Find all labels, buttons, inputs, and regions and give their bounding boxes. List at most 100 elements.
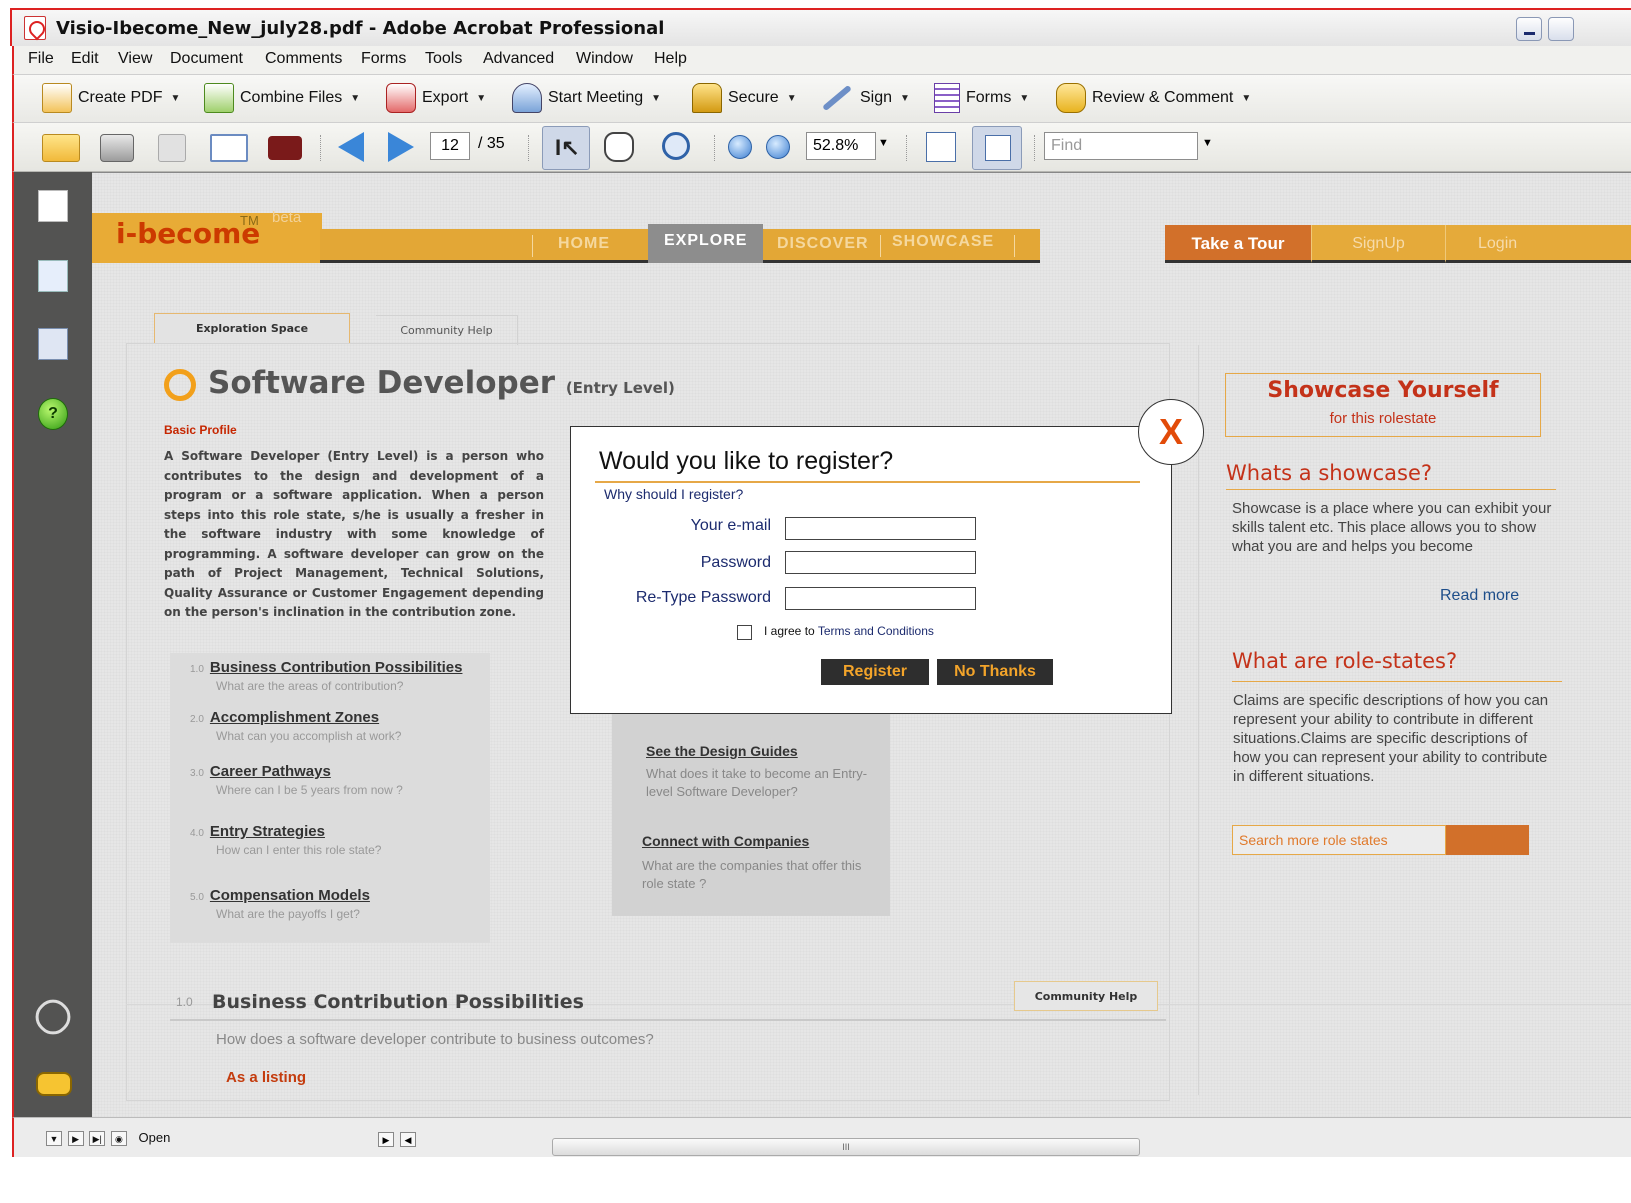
signup-button[interactable]: SignUp <box>1311 225 1445 263</box>
search-document-icon[interactable] <box>268 136 302 160</box>
menu-forms[interactable]: Forms <box>361 50 406 68</box>
login-button[interactable]: Login <box>1445 225 1631 263</box>
start-meeting-label: Start Meeting <box>548 89 644 106</box>
tab-exploration-space[interactable]: Exploration Space <box>154 313 350 343</box>
menu-advanced[interactable]: Advanced <box>483 50 554 68</box>
zoom-dropdown-icon[interactable]: ▼ <box>878 137 889 149</box>
fit-page-button[interactable] <box>972 126 1022 170</box>
toolbar-separator <box>1034 135 1036 161</box>
connect-companies-link[interactable]: Connect with Companies <box>642 833 809 849</box>
section-title: Business Contribution Possibilities <box>212 991 584 1013</box>
fit-width-icon[interactable] <box>926 132 956 162</box>
nav-home[interactable]: HOME <box>558 235 610 253</box>
forms-button[interactable]: Forms ▼ <box>934 83 1029 113</box>
page-number-input[interactable]: 12 <box>430 132 470 160</box>
start-meeting-button[interactable]: Start Meeting ▼ <box>512 83 661 113</box>
close-icon[interactable]: X <box>1138 399 1204 465</box>
read-more-link[interactable]: Read more <box>1440 587 1519 605</box>
play-icon[interactable]: ▶ <box>67 1131 84 1146</box>
retype-password-field[interactable] <box>785 587 976 610</box>
forms-label: Forms <box>966 89 1012 106</box>
terms-link[interactable]: Terms and Conditions <box>818 624 934 638</box>
maximize-button[interactable] <box>1548 17 1574 41</box>
menu-document[interactable]: Document <box>170 50 243 68</box>
skip-end-icon[interactable]: ▶| <box>89 1131 106 1146</box>
bookmarks-panel-icon[interactable] <box>38 260 68 292</box>
item-link[interactable]: Career Pathways <box>210 763 331 780</box>
chevron-down-icon: ▼ <box>476 92 487 104</box>
hand-tool-icon[interactable] <box>604 132 634 162</box>
open-attachment-icon[interactable]: ◉ <box>110 1131 127 1146</box>
create-pdf-button[interactable]: Create PDF ▼ <box>42 83 180 113</box>
design-guides-link[interactable]: See the Design Guides <box>646 743 798 759</box>
help-icon[interactable]: ? <box>38 398 68 430</box>
password-field[interactable] <box>785 551 976 574</box>
showcase-title: Showcase Yourself <box>1267 378 1499 403</box>
agree-checkbox[interactable] <box>737 625 752 640</box>
combine-files-button[interactable]: Combine Files ▼ <box>204 83 360 113</box>
search-button[interactable] <box>1446 825 1529 855</box>
export-button[interactable]: Export ▼ <box>386 83 486 113</box>
comments-panel-icon[interactable] <box>36 1072 72 1096</box>
expand-icon[interactable]: ▼ <box>46 1131 62 1146</box>
why-register-link[interactable]: Why should I register? <box>604 486 743 502</box>
site-logo[interactable]: i-become <box>116 217 260 250</box>
item-link[interactable]: Accomplishment Zones <box>210 709 379 726</box>
scroll-left-icon[interactable]: ◀ <box>400 1130 418 1148</box>
find-input[interactable]: Find <box>1044 132 1198 160</box>
tab-community-help[interactable]: Community Help <box>376 315 518 345</box>
sign-button[interactable]: Sign ▼ <box>820 83 910 113</box>
item-link[interactable]: Business Contribution Possibilities <box>210 659 463 676</box>
role-states-description: Claims are specific descriptions of how … <box>1233 692 1549 785</box>
retype-password-label: Re-Type Password <box>635 589 771 606</box>
next-page-icon[interactable] <box>388 132 414 162</box>
horizontal-scrollbar[interactable]: III <box>552 1138 1140 1156</box>
register-button[interactable]: Register <box>821 659 929 685</box>
zoom-level-input[interactable]: 52.8% <box>806 132 876 160</box>
open-folder-icon[interactable] <box>42 134 80 162</box>
create-pdf-label: Create PDF <box>78 89 163 106</box>
list-item[interactable]: 5.0 Compensation Models What are the payo… <box>190 887 370 921</box>
minimize-button[interactable] <box>1516 17 1542 41</box>
zoom-marquee-icon[interactable] <box>662 132 690 160</box>
zoom-out-icon[interactable] <box>728 135 752 159</box>
zoom-in-icon[interactable] <box>766 135 790 159</box>
save-icon[interactable] <box>158 134 186 162</box>
pages-panel-icon[interactable] <box>38 190 68 222</box>
item-link[interactable]: Entry Strategies <box>210 823 325 840</box>
nav-discover[interactable]: DISCOVER <box>777 235 869 253</box>
nav-explore[interactable]: EXPLORE <box>648 224 764 263</box>
email-icon[interactable] <box>210 134 248 162</box>
review-comment-button[interactable]: Review & Comment ▼ <box>1056 83 1251 113</box>
list-item[interactable]: 1.0 Business Contribution Possibilities W… <box>190 659 462 693</box>
list-item[interactable]: 4.0 Entry Strategies How can I enter this… <box>190 823 381 857</box>
menu-tools[interactable]: Tools <box>425 50 462 68</box>
no-thanks-button[interactable]: No Thanks <box>937 659 1053 685</box>
menu-file[interactable]: File <box>28 50 54 68</box>
menu-edit[interactable]: Edit <box>71 50 99 68</box>
menu-window[interactable]: Window <box>576 50 633 68</box>
role-title-text: Software Developer <box>208 365 556 401</box>
community-help-tab[interactable]: Community Help <box>1014 981 1158 1011</box>
menu-help[interactable]: Help <box>654 50 687 68</box>
take-tour-button[interactable]: Take a Tour <box>1165 225 1311 263</box>
previous-page-icon[interactable] <box>338 132 364 162</box>
item-link[interactable]: Compensation Models <box>210 887 370 904</box>
list-item[interactable]: 2.0 Accomplishment Zones What can you acc… <box>190 709 401 743</box>
nav-showcase[interactable]: SHOWCASE <box>892 233 994 251</box>
select-tool-button[interactable]: I↖ <box>542 126 590 170</box>
menu-view[interactable]: View <box>118 50 152 68</box>
showcase-yourself-button[interactable]: Showcase Yourself for this rolestate <box>1225 373 1541 437</box>
scroll-right-icon[interactable]: ▶ <box>378 1130 396 1148</box>
search-role-states-input[interactable]: Search more role states <box>1232 825 1446 855</box>
as-listing-link[interactable]: As a listing <box>226 1069 306 1086</box>
attachments-icon[interactable] <box>28 992 78 1042</box>
find-dropdown-icon[interactable]: ▼ <box>1202 137 1213 149</box>
menu-comments[interactable]: Comments <box>265 50 342 68</box>
print-icon[interactable] <box>100 134 134 162</box>
secure-button[interactable]: Secure ▼ <box>692 83 797 113</box>
list-item[interactable]: 3.0 Career Pathways Where can I be 5 year… <box>190 763 403 797</box>
signatures-panel-icon[interactable] <box>38 328 68 360</box>
email-field[interactable] <box>785 517 976 540</box>
open-label[interactable]: Open <box>139 1130 171 1145</box>
